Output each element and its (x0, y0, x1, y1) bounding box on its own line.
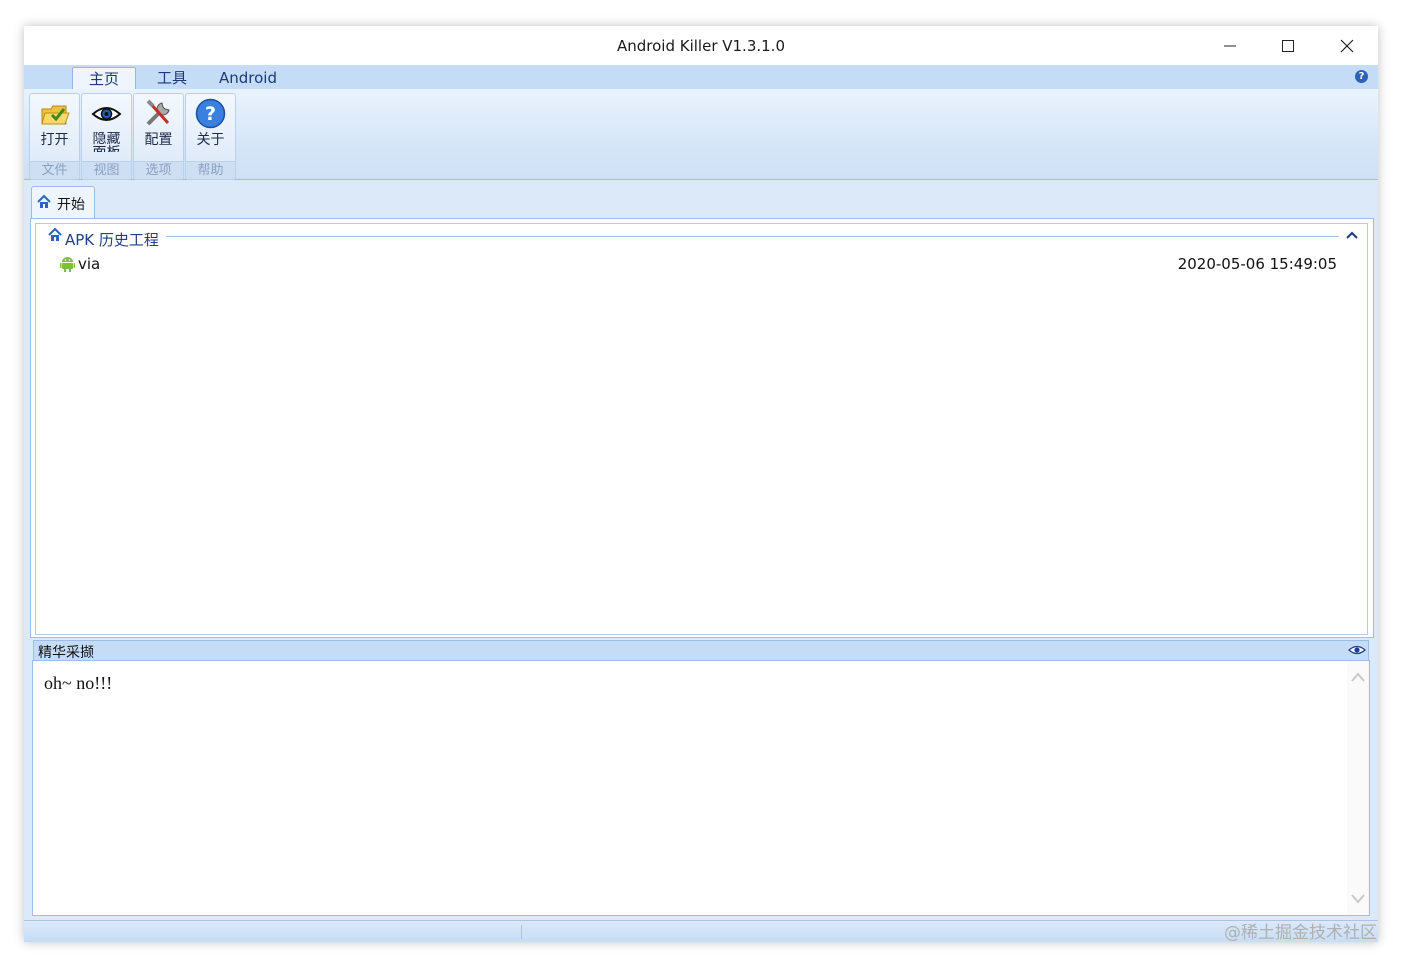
watermark: @稀土掘金技术社区 (1224, 923, 1377, 943)
minimize-button[interactable] (1201, 26, 1259, 65)
status-bar (24, 920, 1378, 942)
tab-android[interactable]: Android (210, 67, 286, 89)
svg-text:?: ? (205, 103, 216, 125)
app-window: Android Killer V1.3.1.0 主页 工具 Android ? … (24, 26, 1378, 942)
ribbon-panel: 打开 文件 隐藏面板 视图 (24, 89, 1378, 180)
scroll-up-icon[interactable] (1350, 671, 1366, 683)
tools-icon (146, 99, 170, 126)
apk-history-title: APK 历史工程 (65, 229, 165, 250)
home-icon (37, 194, 51, 208)
open-button-label: 打开 (40, 132, 69, 148)
help-icon[interactable]: ? (1355, 70, 1368, 83)
apk-history-panel: APK 历史工程 via 2020-05-06 15:49:05 (35, 223, 1368, 635)
ribbon-group-file: 打开 文件 (29, 93, 80, 180)
folder-open-icon (41, 105, 70, 125)
document-tab-bar: 开始 (24, 180, 1378, 219)
ribbon-group-view: 隐藏面板 视图 (81, 93, 132, 180)
notes-scrollbar[interactable] (1347, 661, 1369, 915)
notes-panel: oh~ no!!! (32, 660, 1370, 916)
config-button-label: 配置 (144, 132, 173, 148)
tab-start[interactable]: 开始 (31, 186, 95, 219)
status-divider (521, 925, 522, 939)
group-label-help: 帮助 (186, 161, 235, 179)
notes-panel-header: 精华采撷 (33, 640, 1369, 661)
apk-name: via (78, 255, 101, 273)
tab-home[interactable]: 主页 (72, 67, 136, 90)
close-icon (1340, 39, 1354, 52)
ribbon-tab-bar: 主页 工具 Android ? (24, 65, 1378, 90)
minimize-icon (1224, 45, 1236, 46)
start-page: APK 历史工程 via 2020-05-06 15:49:05 (30, 218, 1374, 638)
help-icon: ? (195, 98, 226, 129)
apk-history-item[interactable]: via 2020-05-06 15:49:05 (56, 254, 1337, 276)
group-label-options: 选项 (134, 161, 183, 179)
tab-start-label: 开始 (57, 197, 85, 213)
about-button-label: 关于 (196, 132, 225, 148)
notes-content[interactable]: oh~ no!!! (44, 673, 112, 694)
hide-panel-label: 隐藏面板 (92, 132, 121, 152)
home-icon (48, 227, 62, 241)
group-label-file: 文件 (30, 161, 79, 179)
android-icon (60, 257, 75, 272)
ribbon-group-options: 配置 选项 (133, 93, 184, 180)
eye-icon (91, 107, 122, 121)
close-button[interactable] (1318, 26, 1376, 65)
notes-title: 精华采撷 (38, 645, 94, 661)
ribbon-group-help: ? 关于 帮助 (185, 93, 236, 180)
eye-icon[interactable] (1348, 643, 1366, 657)
chevron-up-icon[interactable] (1345, 228, 1359, 242)
title-bar: Android Killer V1.3.1.0 (24, 26, 1378, 65)
group-label-view: 视图 (82, 161, 131, 179)
scroll-down-icon[interactable] (1350, 893, 1366, 905)
header-divider (166, 236, 1339, 237)
maximize-icon (1282, 39, 1294, 52)
apk-date: 2020-05-06 15:49:05 (1177, 255, 1337, 273)
maximize-button[interactable] (1259, 26, 1317, 65)
tab-tools[interactable]: 工具 (146, 67, 198, 89)
window-title: Android Killer V1.3.1.0 (616, 37, 785, 55)
